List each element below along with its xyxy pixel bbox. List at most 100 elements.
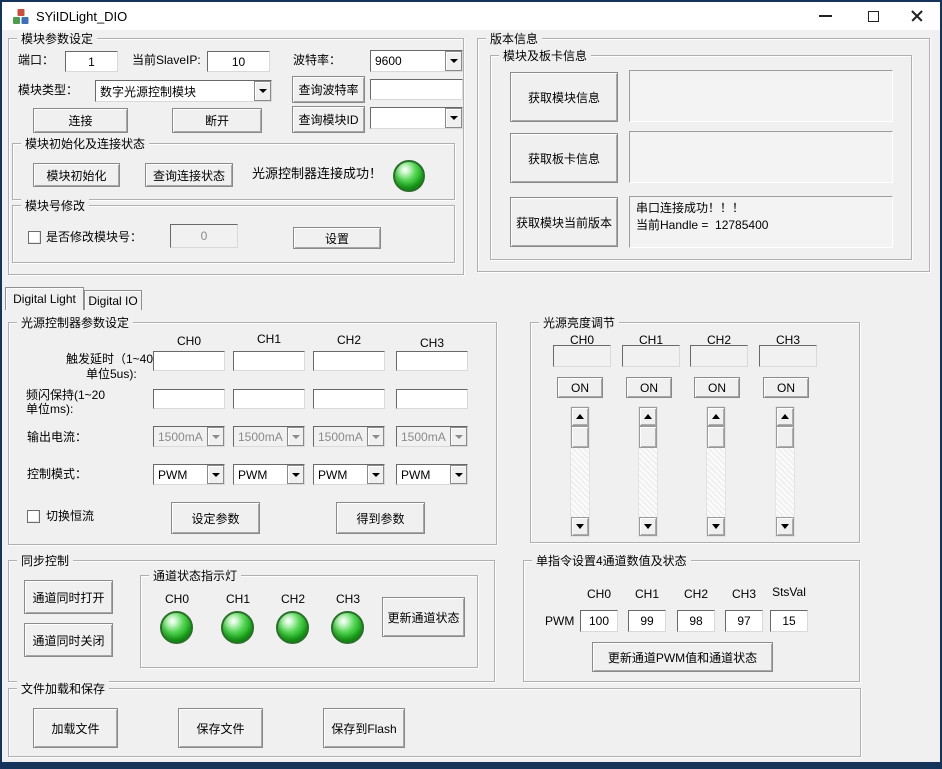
trigger-delay-ch0-input[interactable] [153,351,225,371]
strobe-hold-ch1-input[interactable] [233,389,305,409]
titlebar: SYiIDLight_DIO [2,2,940,30]
connect-status-text: 光源控制器连接成功！ [252,166,382,181]
brightness-slider-ch1[interactable] [638,406,658,537]
tab-digital-io[interactable]: Digital IO [84,290,142,310]
switch-cc-checkbox[interactable] [27,510,40,523]
on-button-ch2[interactable]: ON [694,377,740,398]
close-all-channels-button[interactable]: 通道同时关闭 [24,623,113,657]
save-to-flash-button[interactable]: 保存到Flash [323,708,405,748]
slider-up-button[interactable] [571,407,589,426]
group-file-ops-title: 文件加载和保存 [17,680,109,697]
control-mode-ch3-select[interactable]: PWM [396,464,468,485]
chevron-down-icon[interactable] [287,465,304,484]
slave-ip-input[interactable]: 10 [207,51,270,72]
slider-down-button[interactable] [571,517,589,536]
trigger-delay-ch1-input[interactable] [233,351,305,371]
chevron-down-icon[interactable] [450,465,467,484]
trigger-delay-ch2-input[interactable] [313,351,385,371]
slider-thumb[interactable] [571,426,589,448]
query-module-id-button[interactable]: 查询模块ID [292,106,365,133]
channel-led-ch0 [160,611,193,644]
on-button-ch3[interactable]: ON [763,377,809,398]
module-id-edit-input[interactable]: 0 [170,224,238,248]
strobe-hold-ch3-input[interactable] [396,389,468,409]
slider-thumb[interactable] [776,426,794,448]
pwm-ch3-input[interactable]: 97 [725,610,763,632]
save-file-button[interactable]: 保存文件 [178,708,263,748]
brightness-ch2-value [690,345,748,367]
baud-value: 9600 [371,51,445,71]
pwm-ch1-input[interactable]: 99 [628,610,666,632]
strobe-hold-ch2-input[interactable] [313,389,385,409]
get-board-info-button[interactable]: 获取板卡信息 [510,133,618,183]
slider-down-button[interactable] [776,517,794,536]
strobe-hold-ch0-input[interactable] [153,389,225,409]
update-pwm-status-button[interactable]: 更新通道PWM值和通道状态 [592,642,773,672]
trigger-delay-label-1: 触发延时（1~4096 [66,352,166,367]
slider-up-button[interactable] [776,407,794,426]
brightness-ch0-value [553,345,611,367]
cmd-col-ch1: CH1 [625,587,669,601]
dialog-client-area: 模块参数设定 端口： 1 当前SlaveIP: 10 波特率： 9600 模块类… [2,30,940,762]
group-version-info-title: 版本信息 [486,30,542,47]
tab-digital-light[interactable]: Digital Light [5,287,84,310]
brightness-ch1-value [622,345,680,367]
indicator-label-ch1: CH1 [216,592,260,606]
port-input[interactable]: 1 [65,51,118,72]
get-module-info-button[interactable]: 获取模块信息 [510,72,618,122]
chevron-down-icon[interactable] [445,108,462,128]
pwm-row-label: PWM [545,614,574,629]
chevron-down-icon[interactable] [207,465,224,484]
close-button[interactable] [895,2,939,30]
open-all-channels-button[interactable]: 通道同时打开 [24,580,113,614]
pwm-ch2-input[interactable]: 98 [677,610,715,632]
slider-thumb[interactable] [639,426,657,448]
update-channel-status-button[interactable]: 更新通道状态 [382,597,465,637]
maximize-button[interactable] [851,2,895,30]
disconnect-button[interactable]: 断开 [172,108,262,133]
app-icon [12,8,30,26]
baud-select[interactable]: 9600 [370,50,463,72]
query-connect-status-button[interactable]: 查询连接状态 [145,163,233,187]
control-mode-ch1-select[interactable]: PWM [233,464,305,485]
trigger-delay-ch3-input[interactable] [396,351,468,371]
load-file-button[interactable]: 加载文件 [33,708,118,748]
chevron-down-icon[interactable] [445,51,462,71]
module-type-select[interactable]: 数字光源控制模块 [95,80,272,102]
brightness-slider-ch3[interactable] [775,406,795,537]
brightness-slider-ch0[interactable] [570,406,590,537]
params-col-ch1: CH1 [233,332,305,346]
control-mode-ch0-select[interactable]: PWM [153,464,225,485]
chevron-down-icon[interactable] [254,81,271,101]
set-module-id-button[interactable]: 设置 [293,227,381,249]
cmd-col-ch2: CH2 [674,587,718,601]
control-mode-ch2-select[interactable]: PWM [313,464,385,485]
group-single-cmd-title: 单指令设置4通道数值及状态 [532,552,691,569]
on-button-ch1[interactable]: ON [626,377,672,398]
on-button-ch0[interactable]: ON [557,377,603,398]
output-current-label: 输出电流： [27,430,87,445]
minimize-button[interactable] [803,2,847,30]
connect-button[interactable]: 连接 [33,108,128,133]
chevron-down-icon[interactable] [367,465,384,484]
pwm-ch0-input[interactable]: 100 [580,610,618,632]
slider-up-button[interactable] [639,407,657,426]
query-baud-button[interactable]: 查询波特率 [292,76,365,103]
get-version-button[interactable]: 获取模块当前版本 [510,197,618,247]
query-baud-result-input[interactable] [370,79,463,100]
slider-down-button[interactable] [639,517,657,536]
module-id-select[interactable] [370,107,463,129]
get-params-button[interactable]: 得到参数 [336,502,425,534]
stsval-input[interactable]: 15 [770,610,808,632]
version-console-box: 串口连接成功！！！ 当前Handle = 12785400 [629,196,893,248]
set-params-button[interactable]: 设定参数 [171,502,260,534]
slider-down-button[interactable] [707,517,725,536]
slider-up-button[interactable] [707,407,725,426]
brightness-slider-ch2[interactable] [706,406,726,537]
params-col-ch2: CH2 [313,333,385,347]
group-module-id-edit-title: 模块号修改 [21,197,89,214]
slider-thumb[interactable] [707,426,725,448]
modify-module-id-checkbox[interactable] [28,231,41,244]
app-window: SYiIDLight_DIO 模块参数设定 端口： 1 当前SlaveIP: 1… [0,0,942,769]
module-init-button[interactable]: 模块初始化 [33,163,120,187]
